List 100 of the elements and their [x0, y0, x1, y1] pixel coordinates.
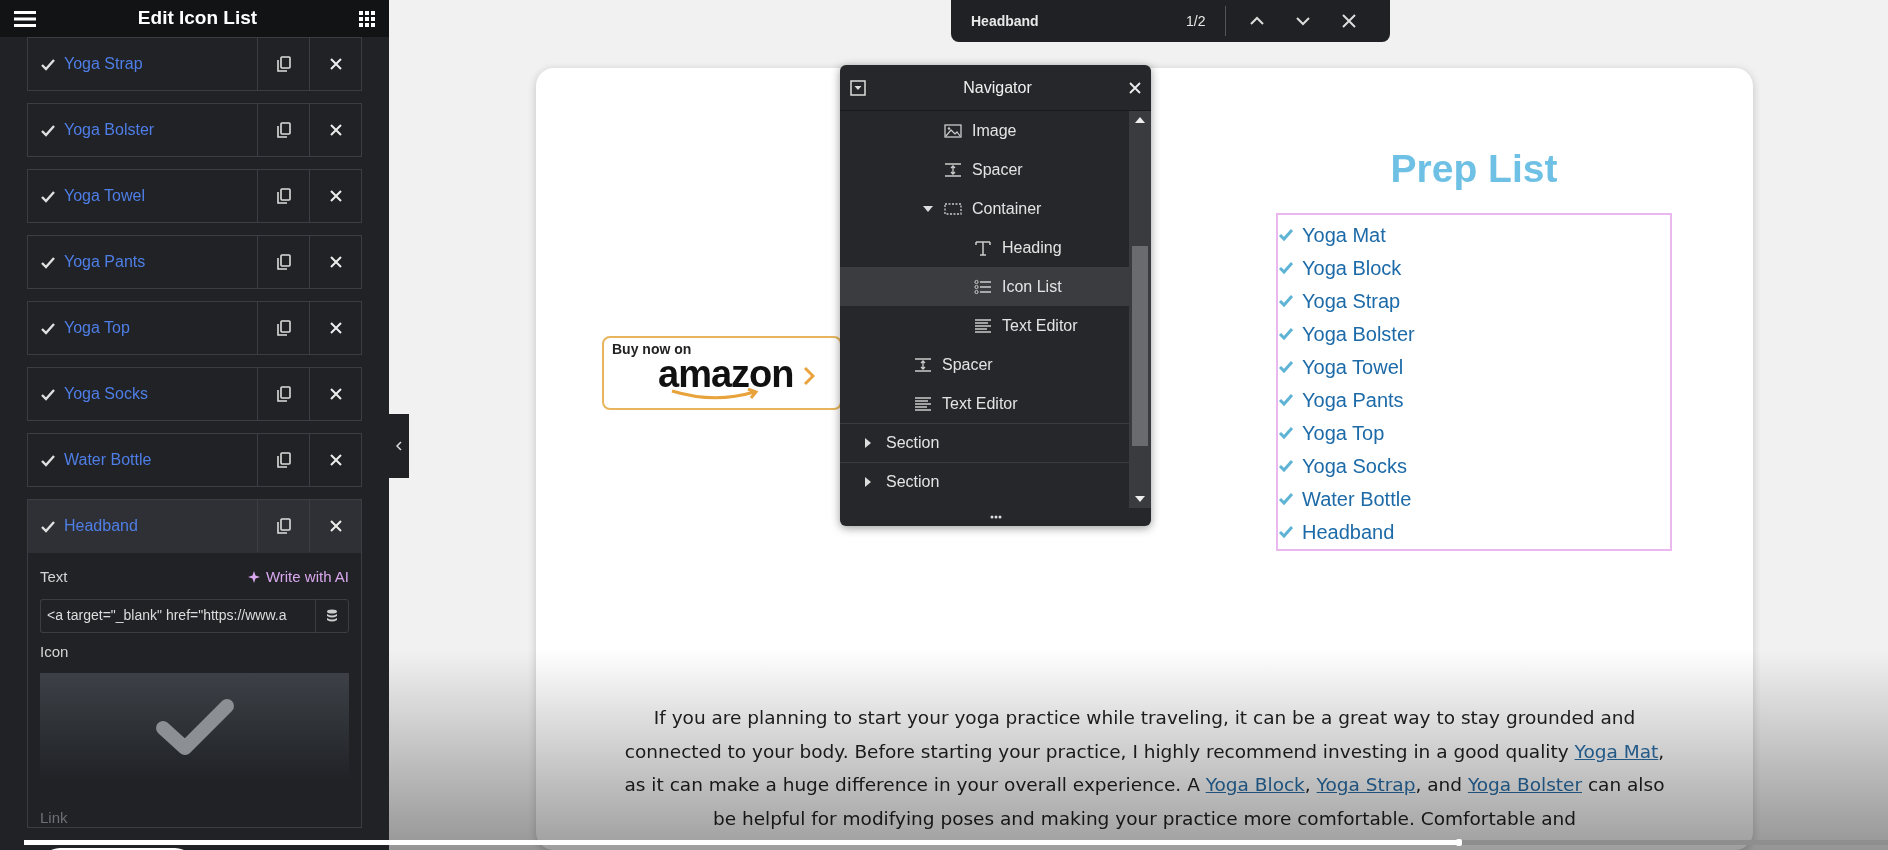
- scroll-up-icon[interactable]: [1135, 117, 1145, 123]
- container-icon: [944, 200, 962, 217]
- check-icon: [154, 698, 235, 758]
- list-item-row[interactable]: Water Bottle: [27, 433, 362, 487]
- navigator-item[interactable]: Image: [840, 111, 1129, 150]
- list-item-row[interactable]: Yoga Towel: [27, 169, 362, 223]
- apps-grid-icon[interactable]: [359, 10, 375, 27]
- dynamic-tags-button[interactable]: [315, 598, 349, 633]
- chevron-up-icon[interactable]: [1250, 16, 1265, 26]
- chevron-left-icon: [396, 441, 402, 451]
- caret-right-icon[interactable]: [865, 477, 871, 487]
- heading-icon: [974, 239, 992, 256]
- copy-icon: [276, 320, 291, 336]
- close-icon: [328, 453, 343, 467]
- check-icon: [1278, 492, 1294, 507]
- list-link[interactable]: Yoga Pants: [1302, 385, 1404, 416]
- list-item-row[interactable]: Headband: [27, 499, 362, 553]
- list-icon: [974, 278, 992, 295]
- item-label: Yoga Top: [64, 318, 130, 338]
- scroll-down-icon[interactable]: [1135, 496, 1145, 502]
- list-link[interactable]: Yoga Block: [1302, 253, 1402, 284]
- close-icon[interactable]: [1342, 14, 1357, 28]
- copy-icon: [276, 452, 291, 468]
- item-label: Water Bottle: [64, 450, 152, 470]
- close-icon[interactable]: [1129, 81, 1141, 94]
- list-item-row[interactable]: Yoga Pants: [27, 235, 362, 289]
- panel-title: Navigator: [963, 77, 1032, 98]
- navigator-item[interactable]: Spacer: [840, 345, 1129, 384]
- list-link[interactable]: Yoga Bolster: [1302, 319, 1415, 350]
- item-label: Yoga Socks: [64, 384, 148, 404]
- list-link[interactable]: Yoga Mat: [1302, 220, 1386, 251]
- item-label: Yoga Towel: [64, 186, 145, 206]
- copy-icon: [276, 188, 291, 204]
- copy-icon: [276, 518, 291, 534]
- navigator-item[interactable]: Heading: [840, 228, 1129, 267]
- navigator-item[interactable]: Text Editor: [840, 384, 1129, 423]
- check-icon: [1278, 327, 1294, 342]
- caret-down-icon[interactable]: [923, 205, 933, 212]
- list-link[interactable]: Yoga Strap: [1302, 286, 1401, 317]
- database-icon: [326, 608, 338, 623]
- close-icon: [328, 321, 343, 335]
- text-link[interactable]: Yoga Strap: [1316, 774, 1416, 795]
- check-icon: [1278, 426, 1294, 441]
- text-field[interactable]: <a target="_blank" href="https://www.a: [40, 598, 315, 633]
- check-icon: [1278, 294, 1294, 309]
- item-label: Yoga Pants: [64, 252, 146, 272]
- list-link[interactable]: Yoga Top: [1302, 418, 1385, 449]
- check-icon: [1278, 393, 1294, 408]
- video-progress-bar[interactable]: [24, 840, 1888, 845]
- chevron-right-icon: [803, 365, 816, 386]
- panel-title: Edit Icon List: [137, 6, 258, 31]
- caret-right-icon[interactable]: [865, 438, 871, 448]
- menu-icon[interactable]: [14, 10, 36, 27]
- list-link[interactable]: Yoga Towel: [1302, 352, 1404, 383]
- item-label: Yoga Strap: [64, 54, 143, 74]
- chevron-down-icon[interactable]: [1296, 16, 1311, 26]
- close-icon: [328, 387, 343, 401]
- navigator-item[interactable]: Container: [840, 189, 1129, 228]
- check-icon: [1278, 360, 1294, 375]
- navigator-item[interactable]: Text Editor: [840, 306, 1129, 345]
- close-icon: [328, 519, 343, 533]
- write-with-ai-button[interactable]: Write with AI: [247, 566, 349, 589]
- image-icon: [944, 122, 962, 139]
- text-link[interactable]: Yoga Block: [1205, 774, 1305, 795]
- check-icon: [1278, 261, 1294, 276]
- copy-icon: [276, 122, 291, 138]
- close-icon: [328, 123, 343, 137]
- progress-handle[interactable]: [1456, 839, 1463, 846]
- list-item-row[interactable]: Yoga Strap: [27, 37, 362, 91]
- list-link[interactable]: Headband: [1302, 517, 1395, 548]
- copy-icon: [276, 254, 291, 270]
- navigator-item[interactable]: Icon List: [840, 267, 1129, 306]
- text-lines-icon: [914, 395, 932, 412]
- collapse-icon[interactable]: [850, 79, 866, 96]
- smile-arrow-icon: [670, 387, 760, 402]
- heading: Prep List: [1389, 146, 1559, 192]
- sparkle-icon: [247, 570, 262, 585]
- item-label: Headband: [64, 516, 138, 536]
- field-label: Link: [40, 809, 69, 827]
- list-item-row[interactable]: Yoga Socks: [27, 367, 362, 421]
- list-item-row[interactable]: Yoga Bolster: [27, 103, 362, 157]
- navigator-item[interactable]: Spacer: [840, 150, 1129, 189]
- field-label: Icon: [40, 641, 70, 662]
- scrollbar[interactable]: [1129, 111, 1151, 508]
- close-icon: [328, 255, 343, 269]
- text-link[interactable]: Yoga Bolster: [1467, 774, 1583, 795]
- close-icon: [328, 189, 343, 203]
- list-item-row[interactable]: Yoga Top: [27, 301, 362, 355]
- text-link[interactable]: Yoga Mat: [1574, 740, 1659, 762]
- list-link[interactable]: Yoga Socks: [1302, 451, 1407, 482]
- match-count: 1/2: [1186, 11, 1206, 31]
- copy-icon: [276, 386, 291, 402]
- copy-icon: [276, 56, 291, 72]
- buy-button[interactable]: Buy now on amazon: [602, 336, 842, 410]
- list-link[interactable]: Water Bottle: [1302, 484, 1412, 515]
- check-icon: [1278, 459, 1294, 474]
- spacer-icon: [944, 161, 962, 178]
- check-icon: [1278, 525, 1294, 540]
- resize-handle-icon[interactable]: [989, 515, 1002, 519]
- text-lines-icon: [974, 317, 992, 334]
